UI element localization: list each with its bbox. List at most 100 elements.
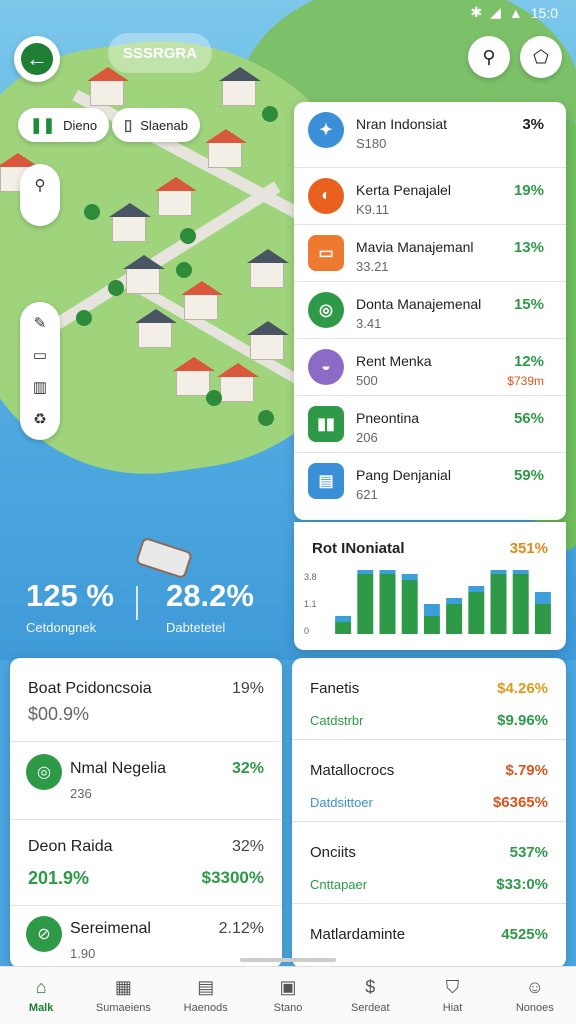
- list-item-percent: 12%: [513, 353, 544, 370]
- book-icon[interactable]: ▥: [33, 378, 47, 396]
- finance-value: 4525%: [501, 926, 548, 943]
- stat-sub: $00.9%: [28, 704, 90, 724]
- scroll-handle[interactable]: [240, 958, 336, 962]
- nav-item-serdeat[interactable]: $ Serdeat: [329, 967, 411, 1024]
- y-tick-label: 3.8: [304, 572, 317, 582]
- finance-row[interactable]: Matlardaminte 4525%: [292, 904, 566, 964]
- divider: [136, 586, 138, 620]
- map-chip-label: Slaenab: [140, 117, 188, 133]
- nav-item-nonoes[interactable]: ☺ Nonoes: [494, 967, 576, 1024]
- chart-bar: [423, 604, 440, 616]
- map-tree: [176, 262, 192, 278]
- stat-row[interactable]: Deon Raida 32% 201.9% $3300%: [10, 820, 282, 906]
- list-item-sub: 206: [356, 430, 378, 445]
- nav-item-malk[interactable]: ⌂ Malk: [0, 967, 82, 1024]
- chart-bar: [468, 586, 485, 592]
- finance-row[interactable]: Matallocrocs $.79% Datdsittoer $6365%: [292, 740, 566, 822]
- ferry-boat: [134, 536, 194, 580]
- stat-title: Sereimenal: [70, 920, 151, 937]
- list-item[interactable]: ◒ Rent Menka 500 12% $739m: [294, 339, 566, 396]
- map-house: [247, 249, 289, 288]
- list-item[interactable]: ✦ Nran Indonsiat S180 3%: [294, 102, 566, 168]
- nav-item-stano[interactable]: ▣ Stano: [247, 967, 329, 1024]
- chart-bar: [423, 616, 440, 634]
- map-tree: [180, 228, 196, 244]
- map-house: [123, 255, 165, 294]
- list-item[interactable]: ◎ Donta Manajemenal 3.41 15%: [294, 282, 566, 339]
- chart-bar: [534, 592, 551, 604]
- finance-row[interactable]: Onciits 537% Cnttapaer $33:0%: [292, 822, 566, 904]
- chart-bar: [446, 598, 463, 604]
- nav-item-sumaeiens[interactable]: ▦ Sumaeiens: [82, 967, 164, 1024]
- recycle-icon[interactable]: ♻: [33, 410, 46, 428]
- nav-label: Serdeat: [351, 1002, 390, 1014]
- globe-icon: ◎: [308, 292, 344, 328]
- y-tick-label: 0: [304, 626, 309, 636]
- map-tree: [108, 280, 124, 296]
- stat-title: Deon Raida: [28, 838, 113, 855]
- finance-value: $.79%: [505, 762, 548, 779]
- chart-bar: [446, 604, 463, 634]
- stats-card-right: Fanetis $4.26% Catdstrbr $9.96% Matalloc…: [292, 658, 566, 968]
- layers-icon[interactable]: ▭: [33, 346, 47, 364]
- map-tree: [84, 204, 100, 220]
- dollar-icon: $: [365, 977, 376, 997]
- bluetooth-icon: ✱: [470, 4, 483, 20]
- stat-row[interactable]: Boat Pcidoncsoia 19% $00.9%: [10, 658, 282, 742]
- chart-value: 351%: [509, 540, 548, 557]
- stat-sub: 236: [70, 786, 92, 801]
- finance-sub: Cnttapaer: [310, 877, 368, 892]
- list-item-percent: 59%: [513, 467, 544, 484]
- stat-title: Nmal Negelia: [70, 760, 167, 777]
- chart-bar: [335, 616, 352, 622]
- map-tree: [258, 410, 274, 426]
- list-item-amount: $739m: [507, 374, 544, 388]
- list-item[interactable]: ▭ Mavia Manajemanl 33.21 13%: [294, 225, 566, 282]
- nav-item-haenods[interactable]: ▤ Haenods: [165, 967, 247, 1024]
- finance-amount: $6365%: [492, 794, 548, 811]
- book-icon: ▤: [308, 463, 344, 499]
- status-bar: ✱ ◢ ▲ 15:0: [470, 4, 558, 21]
- chart-bar: [468, 592, 485, 634]
- list-item[interactable]: ◐ Kerta Penajalel K9.11 19%: [294, 168, 566, 225]
- list-item-name: Rent Menka: [356, 353, 432, 369]
- settings-button[interactable]: ⬠: [520, 36, 562, 78]
- list-item-percent: 13%: [513, 239, 544, 256]
- region-list: ✦ Nran Indonsiat S180 3% ◐ Kerta Penajal…: [294, 102, 566, 520]
- list-item-sub: 621: [356, 487, 378, 502]
- document-icon: ▯: [124, 117, 133, 134]
- finance-sub: Catdstrbr: [310, 713, 364, 728]
- map-house: [155, 177, 197, 216]
- edit-icon[interactable]: ✎: [34, 314, 47, 332]
- search-icon: ⚲: [482, 46, 496, 67]
- nav-item-hiat[interactable]: ⛉ Hiat: [411, 967, 493, 1024]
- finance-title: Onciits: [310, 844, 356, 861]
- map-chip-dieno[interactable]: ❚❚ Dieno: [18, 108, 110, 142]
- stat-value: 32%: [231, 760, 264, 777]
- list-item[interactable]: ▮▮ Pneontina 206 56%: [294, 396, 566, 453]
- list-item-sub: K9.11: [356, 202, 390, 217]
- list-item-percent: 3%: [522, 116, 544, 133]
- search-button[interactable]: ⚲: [468, 36, 510, 78]
- summary-label: Cetdongnek: [26, 620, 97, 635]
- home-icon: ⌂: [35, 977, 47, 997]
- stat-value: 32%: [231, 838, 264, 855]
- page-title: SSSRGRA: [108, 33, 212, 73]
- map-layer-tool[interactable]: ⚲: [20, 164, 60, 226]
- summary-value: 125 %: [26, 578, 114, 613]
- map-chip-slaenab[interactable]: ▯ Slaenab: [112, 108, 200, 142]
- list-item-name: Pang Denjanial: [356, 467, 451, 483]
- camera-icon: ▣: [279, 977, 297, 997]
- finance-row[interactable]: Fanetis $4.26% Catdstrbr $9.96%: [292, 658, 566, 740]
- finance-title: Fanetis: [310, 680, 360, 697]
- stat-row[interactable]: ◎ Nmal Negelia 32% 236: [10, 742, 282, 820]
- pin-icon: ⚲: [34, 177, 46, 194]
- list-item[interactable]: ▤ Pang Denjanial 621 59%: [294, 453, 566, 510]
- chart-card[interactable]: Rot INoniatal 351% 3.8 1.1 0: [294, 522, 566, 650]
- chart-bar: [490, 574, 507, 634]
- map-house: [219, 67, 261, 106]
- back-button[interactable]: ←: [14, 36, 60, 82]
- list-item-percent: 56%: [513, 410, 544, 427]
- clipboard-icon: ▤: [197, 977, 215, 997]
- grid-icon: ▦: [114, 977, 132, 997]
